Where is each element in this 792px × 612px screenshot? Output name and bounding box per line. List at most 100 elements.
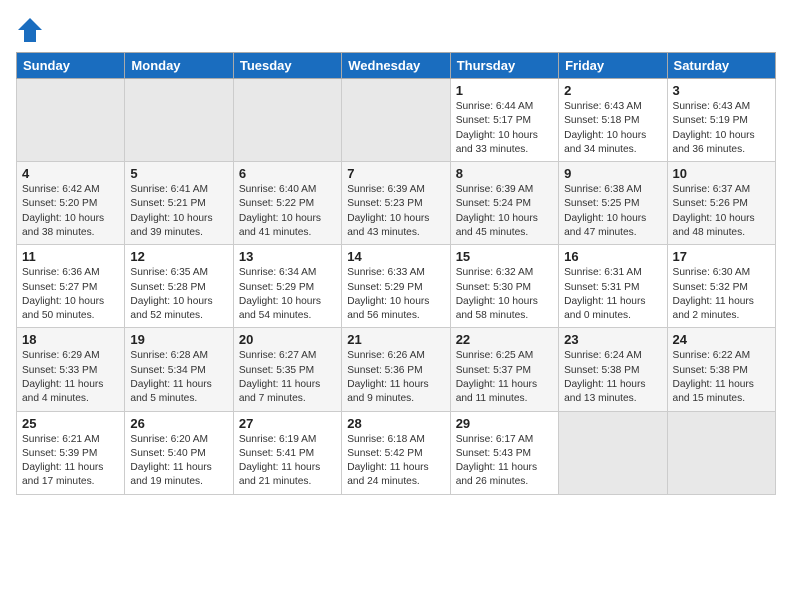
day-number: 14 [347,249,444,264]
calendar-cell: 20Sunrise: 6:27 AM Sunset: 5:35 PM Dayli… [233,328,341,411]
day-number: 23 [564,332,661,347]
calendar-cell [233,79,341,162]
day-number: 13 [239,249,336,264]
calendar-cell: 13 Sunrise: 6:34 AM Sunset: 5:29 PM Dayli… [233,245,341,328]
day-info: Sunrise: 6:38 AM Sunset: 5:25 PM Dayligh… [564,183,661,240]
logo-icon [16,16,44,44]
day-number: 28 [347,416,444,431]
calendar-cell: 28Sunrise: 6:18 AM Sunset: 5:42 PM Dayli… [342,411,450,494]
week-row-3: 11 Sunrise: 6:36 AM Sunset: 5:27 PM Dayli… [17,245,776,328]
day-info: Sunrise: 6:41 AM Sunset: 5:21 PM Dayligh… [130,183,227,240]
calendar-cell [559,411,667,494]
day-number: 2 [564,83,661,98]
header-day-thursday: Thursday [450,53,558,79]
calendar-cell: 16Sunrise: 6:31 AM Sunset: 5:31 PM Dayli… [559,245,667,328]
day-number: 7 [347,166,444,181]
day-info: Sunrise: 6:36 AM Sunset: 5:27 PM Dayligh… [22,266,119,323]
calendar-cell: 21 Sunrise: 6:26 AM Sunset: 5:36 PM Dayli… [342,328,450,411]
day-info: Sunrise: 6:20 AM Sunset: 5:40 PM Dayligh… [130,433,227,490]
day-info: Sunrise: 6:28 AM Sunset: 5:34 PM Dayligh… [130,349,227,406]
day-number: 4 [22,166,119,181]
day-info: Sunrise: 6:43 AM Sunset: 5:19 PM Dayligh… [673,100,770,157]
day-number: 24 [673,332,770,347]
day-number: 6 [239,166,336,181]
week-row-2: 4 Sunrise: 6:42 AM Sunset: 5:20 PM Daylig… [17,162,776,245]
calendar-cell: 12Sunrise: 6:35 AM Sunset: 5:28 PM Dayli… [125,245,233,328]
page-header [16,16,776,44]
calendar-cell: 7 Sunrise: 6:39 AM Sunset: 5:23 PM Daylig… [342,162,450,245]
calendar-cell: 24 Sunrise: 6:22 AM Sunset: 5:38 PM Dayli… [667,328,775,411]
calendar-cell [125,79,233,162]
calendar-cell: 25 Sunrise: 6:21 AM Sunset: 5:39 PM Dayli… [17,411,125,494]
calendar-cell: 29 Sunrise: 6:17 AM Sunset: 5:43 PM Dayli… [450,411,558,494]
calendar-table: SundayMondayTuesdayWednesdayThursdayFrid… [16,52,776,495]
header-day-monday: Monday [125,53,233,79]
day-info: Sunrise: 6:30 AM Sunset: 5:32 PM Dayligh… [673,266,770,323]
day-number: 21 [347,332,444,347]
day-number: 9 [564,166,661,181]
calendar-cell: 1 Sunrise: 6:44 AM Sunset: 5:17 PM Daylig… [450,79,558,162]
calendar-header: SundayMondayTuesdayWednesdayThursdayFrid… [17,53,776,79]
day-number: 1 [456,83,553,98]
calendar-cell: 11 Sunrise: 6:36 AM Sunset: 5:27 PM Dayli… [17,245,125,328]
day-info: Sunrise: 6:32 AM Sunset: 5:30 PM Dayligh… [456,266,553,323]
day-info: Sunrise: 6:27 AM Sunset: 5:35 PM Dayligh… [239,349,336,406]
header-day-tuesday: Tuesday [233,53,341,79]
day-info: Sunrise: 6:43 AM Sunset: 5:18 PM Dayligh… [564,100,661,157]
calendar-cell: 6 Sunrise: 6:40 AM Sunset: 5:22 PM Daylig… [233,162,341,245]
day-info: Sunrise: 6:21 AM Sunset: 5:39 PM Dayligh… [22,433,119,490]
day-info: Sunrise: 6:19 AM Sunset: 5:41 PM Dayligh… [239,433,336,490]
calendar-cell: 5 Sunrise: 6:41 AM Sunset: 5:21 PM Daylig… [125,162,233,245]
calendar-cell: 26 Sunrise: 6:20 AM Sunset: 5:40 PM Dayli… [125,411,233,494]
calendar-cell: 3 Sunrise: 6:43 AM Sunset: 5:19 PM Daylig… [667,79,775,162]
header-day-wednesday: Wednesday [342,53,450,79]
header-row: SundayMondayTuesdayWednesdayThursdayFrid… [17,53,776,79]
day-number: 10 [673,166,770,181]
day-info: Sunrise: 6:17 AM Sunset: 5:43 PM Dayligh… [456,433,553,490]
calendar-cell: 15Sunrise: 6:32 AM Sunset: 5:30 PM Dayli… [450,245,558,328]
calendar-cell: 2 Sunrise: 6:43 AM Sunset: 5:18 PM Daylig… [559,79,667,162]
calendar-cell [667,411,775,494]
calendar-cell: 27 Sunrise: 6:19 AM Sunset: 5:41 PM Dayli… [233,411,341,494]
day-info: Sunrise: 6:39 AM Sunset: 5:24 PM Dayligh… [456,183,553,240]
day-number: 25 [22,416,119,431]
calendar-cell: 18 Sunrise: 6:29 AM Sunset: 5:33 PM Dayli… [17,328,125,411]
day-number: 5 [130,166,227,181]
day-number: 18 [22,332,119,347]
calendar-cell [17,79,125,162]
day-info: Sunrise: 6:39 AM Sunset: 5:23 PM Dayligh… [347,183,444,240]
day-info: Sunrise: 6:35 AM Sunset: 5:28 PM Dayligh… [130,266,227,323]
header-day-saturday: Saturday [667,53,775,79]
day-info: Sunrise: 6:34 AM Sunset: 5:29 PM Dayligh… [239,266,336,323]
calendar-cell [342,79,450,162]
day-number: 26 [130,416,227,431]
day-info: Sunrise: 6:29 AM Sunset: 5:33 PM Dayligh… [22,349,119,406]
calendar-cell: 8 Sunrise: 6:39 AM Sunset: 5:24 PM Daylig… [450,162,558,245]
header-day-sunday: Sunday [17,53,125,79]
calendar-cell: 14 Sunrise: 6:33 AM Sunset: 5:29 PM Dayli… [342,245,450,328]
header-day-friday: Friday [559,53,667,79]
day-number: 11 [22,249,119,264]
day-number: 27 [239,416,336,431]
logo [16,16,48,44]
day-info: Sunrise: 6:22 AM Sunset: 5:38 PM Dayligh… [673,349,770,406]
calendar-cell: 4 Sunrise: 6:42 AM Sunset: 5:20 PM Daylig… [17,162,125,245]
week-row-5: 25 Sunrise: 6:21 AM Sunset: 5:39 PM Dayli… [17,411,776,494]
day-info: Sunrise: 6:33 AM Sunset: 5:29 PM Dayligh… [347,266,444,323]
week-row-1: 1 Sunrise: 6:44 AM Sunset: 5:17 PM Daylig… [17,79,776,162]
calendar-cell: 17 Sunrise: 6:30 AM Sunset: 5:32 PM Dayli… [667,245,775,328]
calendar-cell: 22Sunrise: 6:25 AM Sunset: 5:37 PM Dayli… [450,328,558,411]
calendar-cell: 23 Sunrise: 6:24 AM Sunset: 5:38 PM Dayli… [559,328,667,411]
day-info: Sunrise: 6:42 AM Sunset: 5:20 PM Dayligh… [22,183,119,240]
day-info: Sunrise: 6:31 AM Sunset: 5:31 PM Dayligh… [564,266,661,323]
week-row-4: 18 Sunrise: 6:29 AM Sunset: 5:33 PM Dayli… [17,328,776,411]
day-info: Sunrise: 6:24 AM Sunset: 5:38 PM Dayligh… [564,349,661,406]
day-number: 8 [456,166,553,181]
day-info: Sunrise: 6:44 AM Sunset: 5:17 PM Dayligh… [456,100,553,157]
day-number: 3 [673,83,770,98]
day-number: 29 [456,416,553,431]
day-number: 17 [673,249,770,264]
day-info: Sunrise: 6:40 AM Sunset: 5:22 PM Dayligh… [239,183,336,240]
day-info: Sunrise: 6:26 AM Sunset: 5:36 PM Dayligh… [347,349,444,406]
calendar-cell: 19Sunrise: 6:28 AM Sunset: 5:34 PM Dayli… [125,328,233,411]
